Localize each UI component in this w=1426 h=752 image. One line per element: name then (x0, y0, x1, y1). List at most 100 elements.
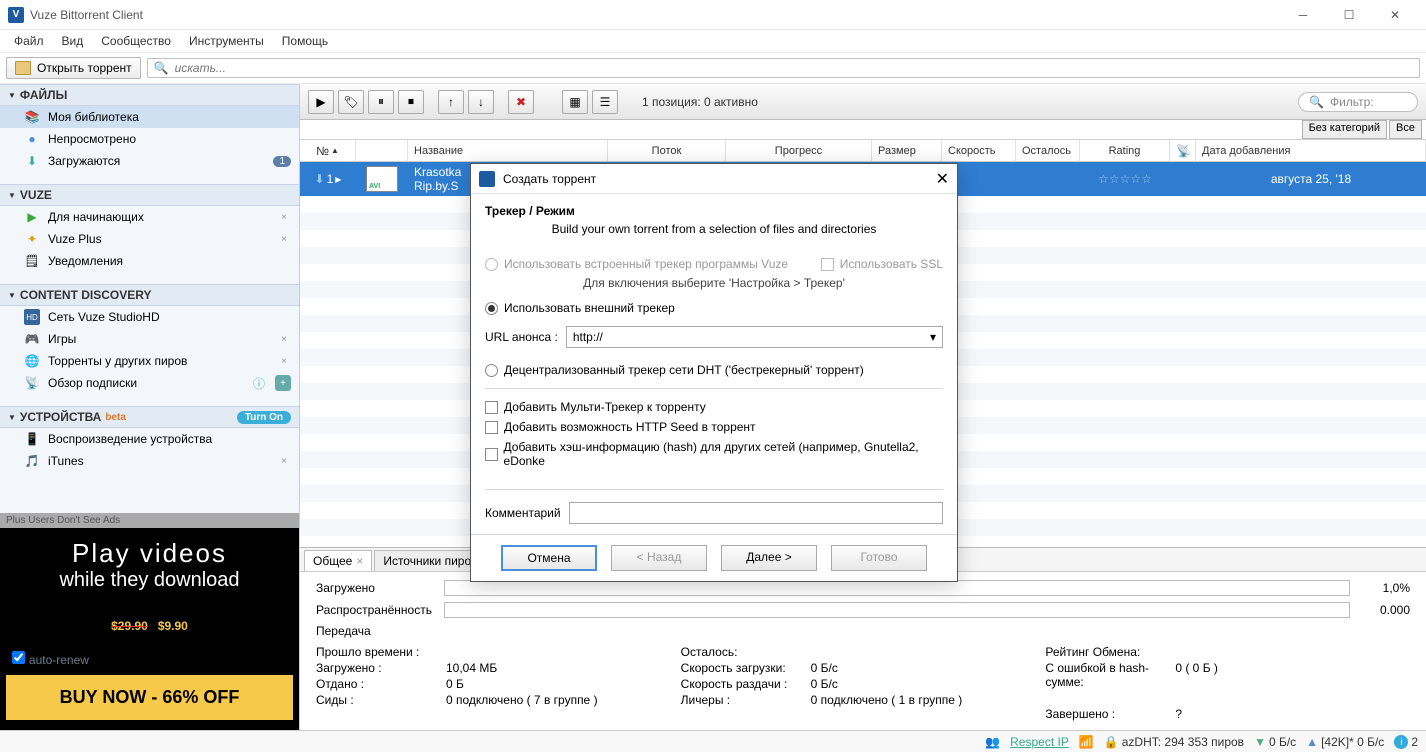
sidebar-item-downloading[interactable]: ⬇Загружаются1 (0, 150, 299, 172)
close-icon[interactable]: × (277, 334, 291, 345)
dht-status: 🔒 azDHT: 294 353 пиров (1104, 735, 1244, 749)
col-date[interactable]: Дата добавления (1196, 140, 1426, 161)
radio-builtin-tracker: Использовать встроенный трекер программы… (485, 254, 943, 274)
network-icon: 📶 (1079, 735, 1094, 749)
app-icon: V (8, 7, 24, 23)
create-torrent-dialog: Создать торрент ✕ Трекер / Режим Build y… (470, 163, 958, 582)
buy-now-button[interactable]: BUY NOW - 66% OFF (6, 675, 293, 720)
close-icon[interactable]: × (277, 234, 291, 245)
checkbox-multitracker[interactable]: Добавить Мульти-Трекер к торренту (485, 397, 943, 417)
comment-label: Комментарий (485, 506, 561, 520)
sidebar-item-subscriptions[interactable]: 📡Обзор подпискиⓘ+ (0, 372, 299, 394)
run-button[interactable]: ▶ (308, 90, 334, 114)
radio-external-tracker[interactable]: Использовать внешний трекер (485, 298, 943, 318)
sidebar-item-itunes[interactable]: 🎵iTunes× (0, 450, 299, 472)
sidebar-item-peer-torrents[interactable]: 🌐Торренты у других пиров× (0, 350, 299, 372)
sidebar-item-beginners[interactable]: ▶Для начинающих× (0, 206, 299, 228)
ad-note: Plus Users Don't See Ads (0, 513, 299, 528)
filter-input[interactable]: 🔍Фильтр: (1298, 92, 1418, 112)
info-badge[interactable]: i 2 (1394, 735, 1418, 749)
tag-button[interactable]: 🏷 (338, 90, 364, 114)
sidebar-item-games[interactable]: 🎮Игры× (0, 328, 299, 350)
col-rating[interactable]: Rating (1080, 140, 1170, 161)
col-remaining[interactable]: Осталось (1016, 140, 1080, 161)
sidebar-item-unviewed[interactable]: ●Непросмотрено (0, 128, 299, 150)
open-torrent-button[interactable]: Открыть торрент (6, 57, 141, 79)
col-icon[interactable] (356, 140, 408, 161)
announce-url-combobox[interactable]: http://▾ (566, 326, 943, 348)
up-button[interactable]: ↑ (438, 90, 464, 114)
col-rss[interactable]: 📡 (1170, 140, 1196, 161)
category-none-button[interactable]: Без категорий (1302, 120, 1387, 139)
col-number[interactable]: № ▲ (300, 140, 356, 161)
sidebar-item-studio[interactable]: HDСеть Vuze StudioHD (0, 306, 299, 328)
close-button[interactable]: ✕ (1372, 0, 1418, 30)
col-size[interactable]: Размер (872, 140, 942, 161)
friends-icon[interactable]: 👥 (985, 735, 1000, 749)
finish-button: Готово (831, 545, 927, 571)
search-input[interactable] (175, 61, 1413, 75)
col-speed[interactable]: Скорость (942, 140, 1016, 161)
menu-file[interactable]: Файл (6, 32, 52, 50)
sidebar-section-files[interactable]: ▼ФАЙЛЫ (0, 84, 299, 106)
comment-input[interactable] (569, 502, 943, 524)
menu-community[interactable]: Сообщество (93, 32, 179, 50)
radio-dht-tracker[interactable]: Децентрализованный трекер сети DHT ('бес… (485, 360, 943, 380)
titlebar: V Vuze Bittorrent Client ─ ☐ ✕ (0, 0, 1426, 30)
checkbox-httpseed[interactable]: Добавить возможность HTTP Seed в торрент (485, 417, 943, 437)
close-icon[interactable]: × (277, 356, 291, 367)
sidebar-item-plus[interactable]: ✦Vuze Plus× (0, 228, 299, 250)
auto-renew-checkbox[interactable] (12, 651, 25, 664)
rating-stars: ☆☆☆☆☆ (1080, 172, 1170, 186)
sidebar-ad[interactable]: Play videos while they download $29.90$9… (0, 528, 299, 730)
control-bar: ▶ 🏷 ⏸ ⏹ ↑ ↓ ✖ ▦ ☰ 1 позиция: 0 активно 🔍… (300, 84, 1426, 120)
availability-label: Распространённость (316, 603, 444, 617)
sidebar-item-notifications[interactable]: 🗒Уведомления (0, 250, 299, 272)
gamepad-icon: 🎮 (24, 331, 40, 347)
sidebar-section-devices[interactable]: ▼УСТРОЙСТВАbetaTurn On (0, 406, 299, 428)
menu-view[interactable]: Вид (54, 32, 92, 50)
col-stream[interactable]: Поток (608, 140, 726, 161)
sidebar-item-device-playback[interactable]: 📱Воспроизведение устройства (0, 428, 299, 450)
menu-tools[interactable]: Инструменты (181, 32, 272, 50)
cancel-button[interactable]: Отмена (501, 545, 597, 571)
view-detail-button[interactable]: ☰ (592, 90, 618, 114)
tab-general[interactable]: Общее × (304, 550, 372, 571)
respect-ip[interactable]: Respect IP (1010, 735, 1069, 749)
search-icon: 🔍 (1309, 95, 1324, 109)
pause-button[interactable]: ⏸ (368, 90, 394, 114)
info-icon[interactable]: ⓘ (251, 375, 267, 391)
stop-button[interactable]: ⏹ (398, 90, 424, 114)
rss-icon: 📡 (24, 375, 40, 391)
hd-icon: HD (24, 309, 40, 325)
close-icon[interactable]: × (356, 554, 363, 568)
dialog-close-button[interactable]: ✕ (936, 169, 949, 189)
down-button[interactable]: ↓ (468, 90, 494, 114)
category-all-button[interactable]: Все (1389, 120, 1422, 139)
sidebar-section-vuze[interactable]: ▼VUZE (0, 184, 299, 206)
sidebar-item-library[interactable]: 📚Моя библиотека (0, 106, 299, 128)
checkbox-hashinfo[interactable]: Добавить хэш-информацию (hash) для други… (485, 437, 943, 471)
menu-help[interactable]: Помощь (274, 32, 336, 50)
position-status: 1 позиция: 0 активно (642, 95, 758, 109)
search-field[interactable]: 🔍 (147, 58, 1420, 78)
tab-peers[interactable]: Источники пиро (374, 550, 480, 571)
close-icon[interactable]: × (277, 456, 291, 467)
col-progress[interactable]: Прогресс (726, 140, 872, 161)
delete-button[interactable]: ✖ (508, 90, 534, 114)
maximize-button[interactable]: ☐ (1326, 0, 1372, 30)
sidebar-section-discovery[interactable]: ▼CONTENT DISCOVERY (0, 284, 299, 306)
next-button[interactable]: Далее > (721, 545, 817, 571)
add-icon[interactable]: + (275, 375, 291, 391)
sidebar: ▼ФАЙЛЫ 📚Моя библиотека ●Непросмотрено ⬇З… (0, 84, 300, 730)
col-name[interactable]: Название (408, 140, 608, 161)
transfer-heading: Передача (316, 624, 1410, 638)
view-simple-button[interactable]: ▦ (562, 90, 588, 114)
chevron-down-icon: ▾ (930, 330, 936, 344)
close-icon[interactable]: × (277, 212, 291, 223)
app-icon (479, 171, 495, 187)
window-title: Vuze Bittorrent Client (30, 8, 143, 22)
minimize-button[interactable]: ─ (1280, 0, 1326, 30)
turn-on-button[interactable]: Turn On (237, 411, 291, 424)
statusbar: 👥 Respect IP 📶 🔒 azDHT: 294 353 пиров ▼ … (0, 730, 1426, 752)
